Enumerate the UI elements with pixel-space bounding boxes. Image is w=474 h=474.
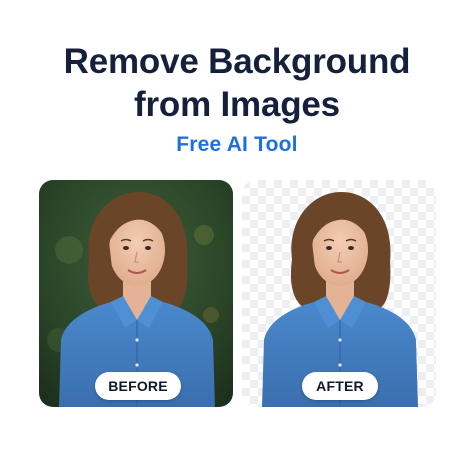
title-line-2: from Images — [134, 85, 340, 124]
subtitle: Free AI Tool — [176, 133, 298, 156]
after-label-badge: AFTER — [302, 372, 378, 400]
page-title: Remove Background from Images — [0, 40, 474, 126]
before-label-badge: BEFORE — [95, 372, 181, 400]
title-line-1: Remove Background — [63, 42, 411, 81]
